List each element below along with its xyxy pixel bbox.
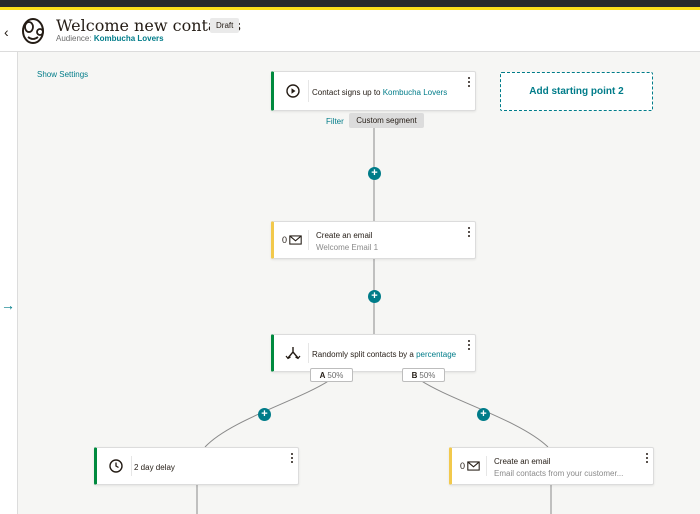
kebab-menu-icon[interactable] <box>466 339 472 351</box>
audience-line: Audience: Kombucha Lovers <box>56 34 164 43</box>
branch-a-badge[interactable]: A 50% <box>310 368 353 382</box>
show-settings-link[interactable]: Show Settings <box>37 70 88 79</box>
card-divider <box>131 456 132 476</box>
segment-badge[interactable]: Custom segment <box>349 113 424 128</box>
split-percentage-link[interactable]: percentage <box>416 350 456 359</box>
envelope-icon <box>289 235 302 245</box>
split-step-card[interactable]: Randomly split contacts by a percentage <box>271 334 476 372</box>
split-icon <box>285 347 301 360</box>
branch-b-badge[interactable]: B 50% <box>402 368 445 382</box>
status-badge: Draft <box>210 18 240 33</box>
kebab-menu-icon[interactable] <box>466 226 472 238</box>
branch-a-percent: 50% <box>327 370 344 380</box>
card-divider <box>308 343 309 363</box>
clock-icon <box>109 459 123 473</box>
email-count: 0 <box>460 461 466 471</box>
mailchimp-logo-icon <box>22 18 44 44</box>
add-step-button[interactable]: + <box>368 290 381 303</box>
card-divider <box>486 456 487 476</box>
card-divider <box>308 80 309 102</box>
split-text: Randomly split contacts by a percentage <box>312 350 456 359</box>
branch-a-letter: A <box>319 370 326 380</box>
card-divider <box>308 230 309 250</box>
arrow-right-icon[interactable]: → <box>1 297 15 313</box>
email-step-title: Create an email <box>316 231 373 240</box>
trigger-audience-link[interactable]: Kombucha Lovers <box>383 88 447 97</box>
play-icon <box>286 84 300 98</box>
trigger-text: Contact signs up to Kombucha Lovers <box>312 88 447 97</box>
email-step-title: Create an email <box>494 457 551 466</box>
trigger-card[interactable]: Contact signs up to Kombucha Lovers <box>271 71 476 111</box>
email-count: 0 <box>282 235 288 245</box>
delay-step-card[interactable]: 2 day delay <box>94 447 299 485</box>
kebab-menu-icon[interactable] <box>466 76 472 88</box>
kebab-menu-icon[interactable] <box>289 452 295 464</box>
journey-header: ‹ Welcome new contacts Draft Audience: K… <box>0 10 700 52</box>
back-button[interactable]: ‹ <box>4 24 9 40</box>
audience-label: Audience: <box>56 34 92 43</box>
split-text-prefix: Randomly split contacts by a <box>312 350 414 359</box>
branch-b-percent: 50% <box>419 370 436 380</box>
filter-link[interactable]: Filter <box>326 117 344 126</box>
add-step-button[interactable]: + <box>368 167 381 180</box>
add-step-button-branch-b[interactable]: + <box>477 408 490 421</box>
top-strip <box>0 0 700 10</box>
audience-link[interactable]: Kombucha Lovers <box>94 34 164 43</box>
email-step-subtitle: Welcome Email 1 <box>316 243 379 252</box>
delay-step-title: 2 day delay <box>134 463 175 472</box>
branch-b-letter: B <box>411 370 418 380</box>
email-step-card[interactable]: 0 Create an email Welcome Email 1 <box>271 221 476 259</box>
envelope-icon <box>467 461 480 471</box>
add-starting-point-button[interactable]: Add starting point 2 <box>500 72 653 111</box>
email-step-subtitle: Email contacts from your customer... <box>494 469 624 478</box>
email-step-card-2[interactable]: 0 Create an email Email contacts from yo… <box>449 447 654 485</box>
left-rail: → <box>0 52 18 514</box>
kebab-menu-icon[interactable] <box>644 452 650 464</box>
trigger-text-prefix: Contact signs up to <box>312 88 381 97</box>
add-step-button-branch-a[interactable]: + <box>258 408 271 421</box>
